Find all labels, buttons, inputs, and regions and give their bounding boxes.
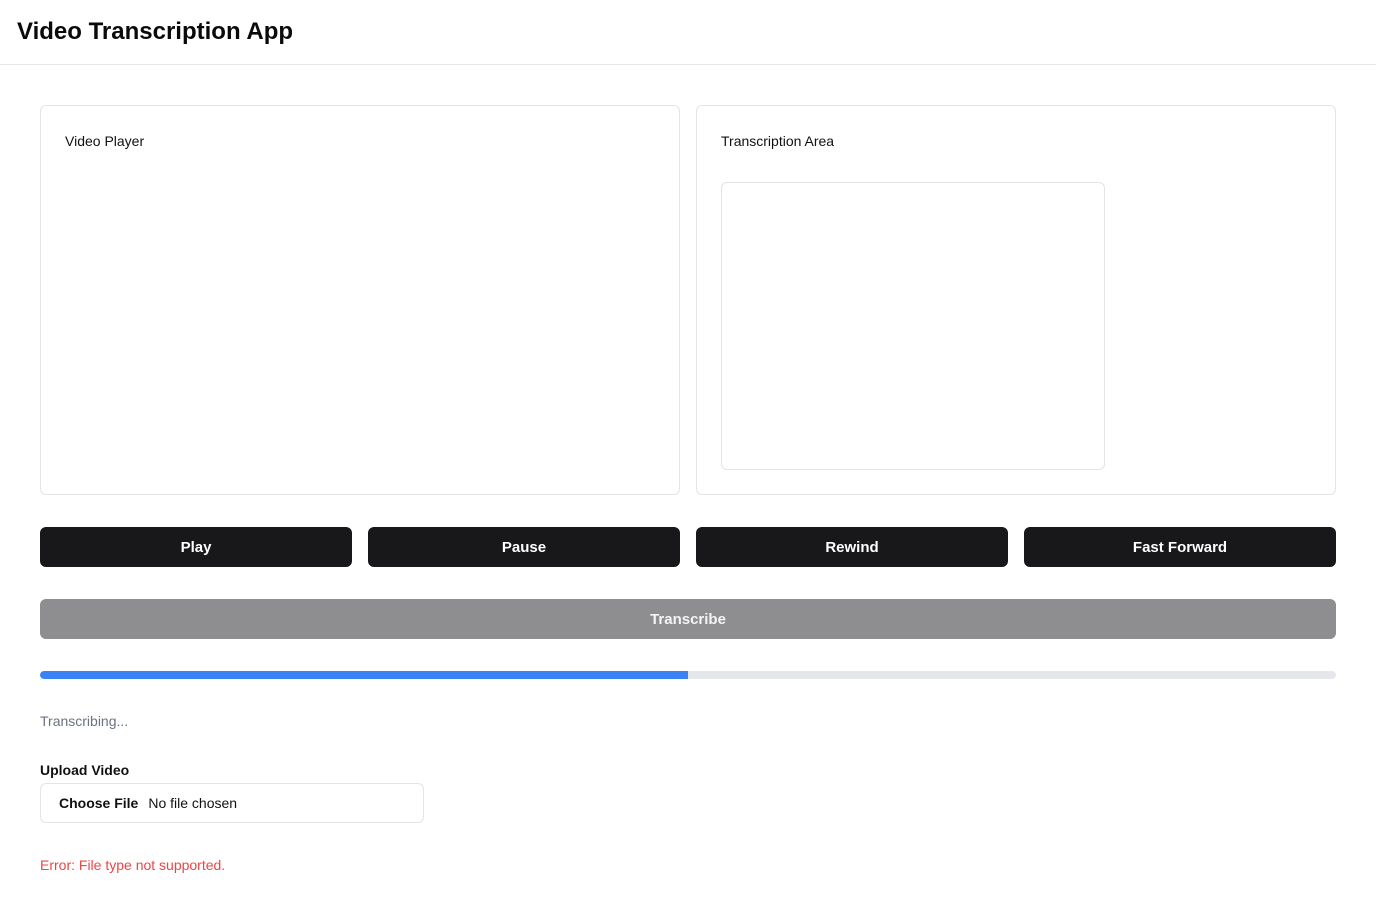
rewind-button[interactable]: Rewind	[696, 527, 1008, 567]
page-title: Video Transcription App	[17, 18, 294, 45]
app-header: Video Transcription App	[0, 0, 1376, 65]
video-player-title: Video Player	[65, 133, 145, 149]
transcription-area-title: Transcription Area	[721, 133, 835, 149]
error-message: Error: File type not supported.	[40, 857, 226, 873]
progress-bar-fill	[40, 671, 688, 679]
transcription-textarea[interactable]	[721, 182, 1105, 470]
progress-bar	[40, 671, 1336, 679]
video-player-card: Video Player	[40, 105, 680, 495]
file-status-text: No file chosen	[148, 795, 238, 811]
transcribe-button[interactable]: Transcribe	[40, 599, 1336, 639]
fast-forward-button[interactable]: Fast Forward	[1024, 527, 1336, 567]
file-upload-input[interactable]: Choose File No file chosen	[40, 783, 424, 823]
transcription-card: Transcription Area	[696, 105, 1336, 495]
upload-video-label: Upload Video	[40, 762, 130, 778]
choose-file-button[interactable]: Choose File	[59, 795, 138, 811]
status-text: Transcribing...	[40, 713, 129, 729]
play-button[interactable]: Play	[40, 527, 352, 567]
pause-button[interactable]: Pause	[368, 527, 680, 567]
